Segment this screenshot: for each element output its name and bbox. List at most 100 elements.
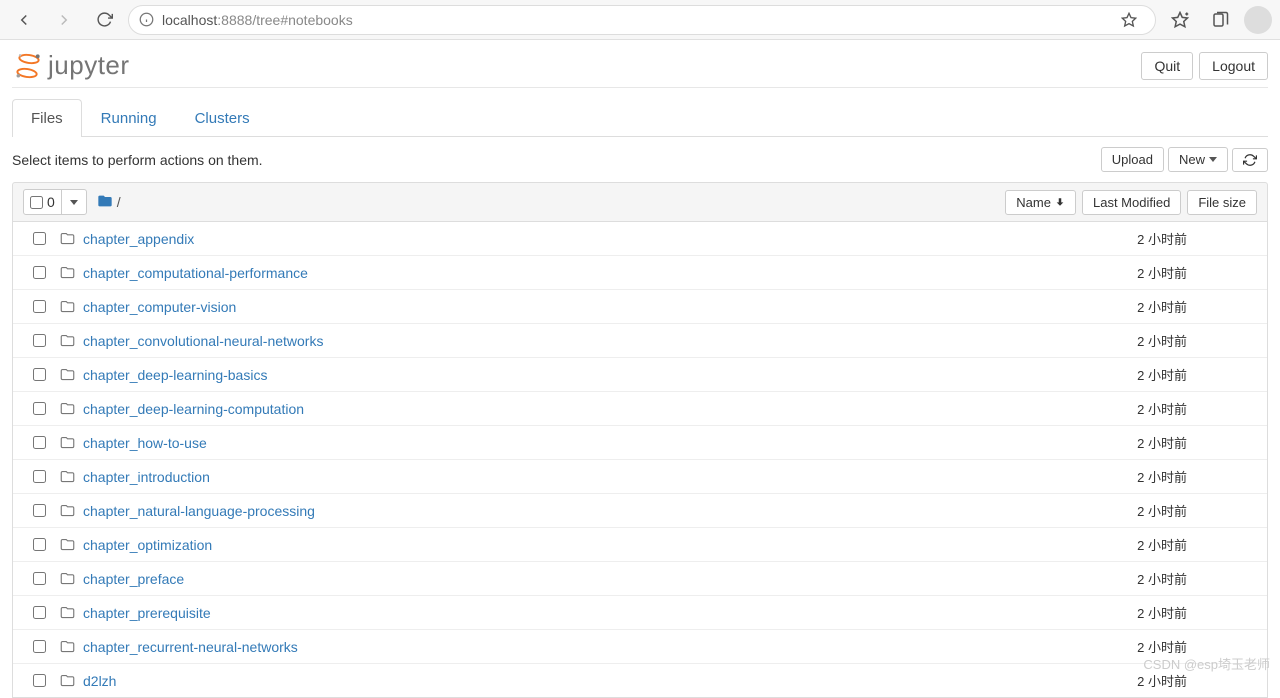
file-link[interactable]: chapter_computational-performance [83,265,1017,281]
folder-icon [60,231,75,246]
reload-button[interactable] [88,4,120,36]
jupyter-logo[interactable]: jupyter [12,50,130,81]
file-modified: 2 小时前 [1017,229,1197,248]
file-modified: 2 小时前 [1017,501,1197,520]
breadcrumb[interactable]: / [97,193,121,212]
select-dropdown[interactable] [62,196,86,209]
list-item: chapter_how-to-use2 小时前 [13,426,1267,460]
upload-button[interactable]: Upload [1101,147,1164,172]
file-link[interactable]: chapter_appendix [83,231,1017,247]
folder-icon [60,435,75,450]
quit-button[interactable]: Quit [1141,52,1193,80]
row-checkbox[interactable] [33,504,46,517]
list-item: chapter_deep-learning-basics2 小时前 [13,358,1267,392]
row-checkbox[interactable] [33,334,46,347]
file-modified: 2 小时前 [1017,467,1197,486]
logout-button[interactable]: Logout [1199,52,1268,80]
file-link[interactable]: chapter_introduction [83,469,1017,485]
folder-icon [60,401,75,416]
action-row: Select items to perform actions on them.… [12,137,1268,182]
select-all-group: 0 [23,189,87,215]
tab-clusters[interactable]: Clusters [176,99,269,137]
file-link[interactable]: chapter_deep-learning-basics [83,367,1017,383]
action-hint: Select items to perform actions on them. [12,152,263,168]
list-item: chapter_introduction2 小时前 [13,460,1267,494]
folder-icon [60,639,75,654]
row-checkbox[interactable] [33,232,46,245]
tab-files[interactable]: Files [12,99,82,137]
file-link[interactable]: chapter_prerequisite [83,605,1017,621]
file-modified: 2 小时前 [1017,569,1197,588]
file-link[interactable]: chapter_recurrent-neural-networks [83,639,1017,655]
selected-count: 0 [47,194,55,210]
file-modified: 2 小时前 [1017,535,1197,554]
back-button[interactable] [8,4,40,36]
refresh-button[interactable] [1232,148,1268,172]
list-item: chapter_preface2 小时前 [13,562,1267,596]
site-info-icon[interactable] [139,12,154,27]
address-bar[interactable]: localhost:8888/tree#notebooks [128,5,1156,35]
file-link[interactable]: chapter_natural-language-processing [83,503,1017,519]
chevron-down-icon [70,200,78,205]
row-checkbox[interactable] [33,300,46,313]
forward-button[interactable] [48,4,80,36]
select-all-checkbox[interactable] [30,196,43,209]
file-modified: 2 小时前 [1017,365,1197,384]
folder-icon [60,469,75,484]
new-button[interactable]: New [1168,147,1228,172]
favorites-icon[interactable] [1164,4,1196,36]
row-checkbox[interactable] [33,436,46,449]
row-checkbox[interactable] [33,368,46,381]
jupyter-brand-text: jupyter [48,50,130,81]
row-checkbox[interactable] [33,266,46,279]
list-item: chapter_optimization2 小时前 [13,528,1267,562]
file-link[interactable]: chapter_computer-vision [83,299,1017,315]
arrow-down-icon [1055,197,1065,207]
tabs: Files Running Clusters [12,98,1268,137]
row-checkbox[interactable] [33,640,46,653]
file-modified: 2 小时前 [1017,603,1197,622]
file-list: chapter_appendix2 小时前chapter_computation… [12,222,1268,698]
row-checkbox[interactable] [33,572,46,585]
file-modified: 2 小时前 [1017,433,1197,452]
folder-icon [60,537,75,552]
file-link[interactable]: chapter_optimization [83,537,1017,553]
folder-icon [60,299,75,314]
list-item: chapter_appendix2 小时前 [13,222,1267,256]
row-checkbox[interactable] [33,538,46,551]
row-checkbox[interactable] [33,402,46,415]
tab-running[interactable]: Running [82,99,176,137]
browser-toolbar: localhost:8888/tree#notebooks [0,0,1280,40]
bookmark-star-icon[interactable] [1113,4,1145,36]
profile-avatar[interactable] [1244,6,1272,34]
file-link[interactable]: chapter_how-to-use [83,435,1017,451]
file-modified: 2 小时前 [1017,297,1197,316]
row-checkbox[interactable] [33,470,46,483]
jupyter-logo-icon [14,51,42,81]
folder-icon [97,193,113,212]
list-item: chapter_prerequisite2 小时前 [13,596,1267,630]
folder-icon [60,571,75,586]
list-item: chapter_computer-vision2 小时前 [13,290,1267,324]
breadcrumb-root: / [117,194,121,210]
list-item: chapter_computational-performance2 小时前 [13,256,1267,290]
url-text: localhost:8888/tree#notebooks [162,12,1105,28]
chevron-down-icon [1209,157,1217,162]
file-link[interactable]: chapter_deep-learning-computation [83,401,1017,417]
file-modified: 2 小时前 [1017,331,1197,350]
sort-size-button[interactable]: File size [1187,190,1257,215]
jupyter-header: jupyter Quit Logout [12,40,1268,88]
folder-icon [60,605,75,620]
collections-icon[interactable] [1204,4,1236,36]
folder-icon [60,503,75,518]
list-item: chapter_deep-learning-computation2 小时前 [13,392,1267,426]
file-modified: 2 小时前 [1017,263,1197,282]
sort-modified-button[interactable]: Last Modified [1082,190,1181,215]
sort-name-button[interactable]: Name [1005,190,1076,215]
file-link[interactable]: chapter_preface [83,571,1017,587]
row-checkbox[interactable] [33,606,46,619]
folder-icon [60,367,75,382]
file-link[interactable]: chapter_convolutional-neural-networks [83,333,1017,349]
file-modified: 2 小时前 [1017,399,1197,418]
folder-icon [60,333,75,348]
